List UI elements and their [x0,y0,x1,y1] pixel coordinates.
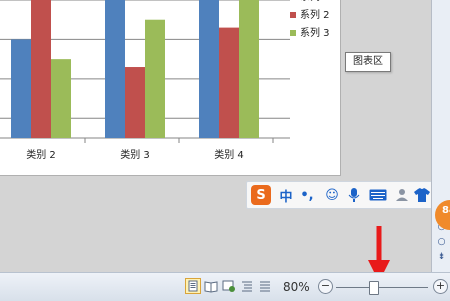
bar-系列2-类别3 [125,67,145,138]
outline-view-icon[interactable] [240,279,254,293]
bar-系列3-类别3 [145,19,165,138]
print-layout-view-icon[interactable] [185,278,201,294]
bar-系列3-类别4 [239,0,259,138]
vertical-scrollbar[interactable]: ○ ○ ⇟ [431,0,450,272]
x-tick-label: 类别 2 [26,148,56,161]
document-page: 类别 2 类别 3 类别 4 系列 1 系列 2 系列 3 [0,0,341,176]
chart-area-tooltip: 图表区 [345,52,391,72]
ime-logo[interactable]: S [251,185,271,205]
legend-marker [290,30,296,36]
document-area: 类别 2 类别 3 类别 4 系列 1 系列 2 系列 3 图表区 S 中 •, ☺ [0,0,450,282]
zoom-level-label[interactable]: 80% [283,280,310,294]
zoom-out-button[interactable]: − [318,279,333,294]
bar-系列3-类别2 [51,59,71,139]
shirt-icon[interactable] [413,185,431,205]
bar-系列2-类别2 [31,0,51,138]
user-icon[interactable] [393,185,411,205]
bar-系列1-类别2 [11,39,31,138]
bar-系列1-类别4 [199,0,219,138]
legend-label: 系列 2 [300,8,330,21]
ime-punctuation[interactable]: •, [299,185,315,205]
bar-系列2-类别4 [219,27,239,139]
legend-label: 系列 1 [300,0,330,3]
zoom-slider-thumb[interactable] [369,281,379,295]
emoji-icon[interactable]: ☺ [323,185,341,205]
draft-view-icon[interactable] [258,279,272,293]
legend-label: 系列 3 [300,26,330,39]
full-screen-reading-view-icon[interactable] [204,279,218,293]
scroll-down-button[interactable]: ○ [435,236,448,248]
bar-系列1-类别3 [105,0,125,138]
microphone-icon[interactable] [345,185,363,205]
legend-marker [290,12,296,18]
zoom-in-button[interactable]: + [433,279,448,294]
status-bar: 80% − + [0,272,450,301]
zoom-slider-track[interactable] [336,287,428,288]
keyboard-icon[interactable] [367,185,389,205]
x-tick-label: 类别 3 [120,148,150,161]
x-tick-label: 类别 4 [214,148,244,161]
bar-chart[interactable]: 类别 2 类别 3 类别 4 系列 1 系列 2 系列 3 [0,0,340,175]
ime-chinese-mode[interactable]: 中 [277,185,295,205]
web-layout-view-icon[interactable] [222,279,236,293]
next-page-button[interactable]: ⇟ [435,251,448,263]
ime-toolbar[interactable]: S 中 •, ☺ [246,181,450,209]
